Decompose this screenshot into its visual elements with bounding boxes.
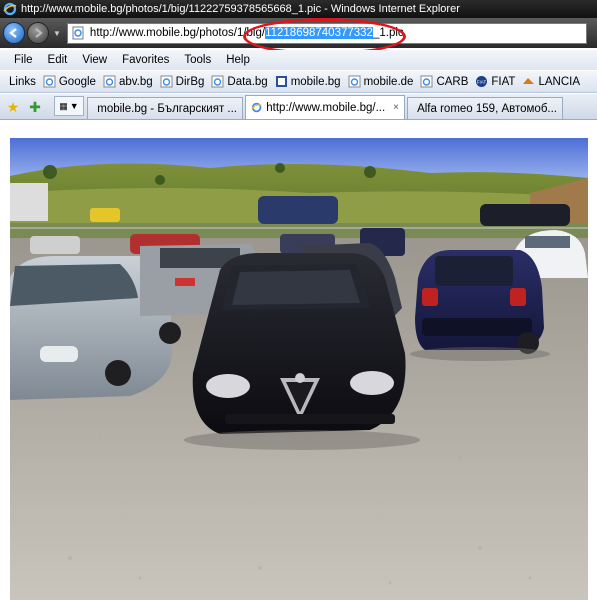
- link-label: CARB: [436, 75, 469, 88]
- link-label: mobile.de: [363, 75, 414, 88]
- link-carb[interactable]: CARB: [420, 75, 468, 88]
- tab-list-dropdown-icon[interactable]: ▼: [70, 101, 79, 111]
- ie-page-icon: [43, 75, 56, 88]
- tab-alfa-romeo[interactable]: Alfa romeo 159, Автомоб...: [407, 97, 563, 119]
- link-label: mobile.bg: [290, 75, 341, 88]
- svg-text:FIAT: FIAT: [477, 80, 487, 85]
- links-label: Links: [9, 75, 36, 88]
- arrow-left-icon: [9, 28, 17, 38]
- navigation-bar: ▼ http://www.mobile.bg/photos/1/big/1121…: [0, 18, 597, 55]
- link-label: abv.bg: [118, 75, 153, 88]
- menu-view[interactable]: View: [82, 54, 107, 66]
- tab-bar: ★ ✚ ▦ ▼ mobile.bg - Българският ... http…: [0, 94, 597, 120]
- favorites-star-icon[interactable]: ★: [4, 98, 22, 116]
- ie-page-icon: [103, 75, 116, 88]
- title-bar: http://www.mobile.bg/photos/1/big/112227…: [0, 0, 597, 18]
- menu-tools[interactable]: Tools: [184, 54, 211, 66]
- ie-page-icon: [160, 75, 173, 88]
- link-label: DirBg: [175, 75, 205, 88]
- add-favorites-icon[interactable]: ✚: [26, 98, 44, 116]
- link-mobilede[interactable]: mobile.de: [348, 75, 414, 88]
- mobile-bg-icon: [275, 76, 287, 87]
- link-dirbg[interactable]: DirBg: [160, 75, 205, 88]
- link-label: Google: [58, 75, 96, 88]
- page-icon: [72, 26, 84, 40]
- link-fiat[interactable]: FIAT FIAT: [475, 75, 515, 88]
- menu-bar: File Edit View Favorites Tools Help: [0, 50, 597, 70]
- tab-mobilebg[interactable]: mobile.bg - Българският ...: [87, 97, 243, 119]
- ie-logo-icon: [3, 2, 17, 16]
- link-mobilebg[interactable]: mobile.bg: [275, 75, 341, 88]
- link-lancia[interactable]: LANCIA: [522, 75, 580, 88]
- forward-button[interactable]: [27, 22, 49, 44]
- tab-photo[interactable]: http://www.mobile.bg/... ×: [245, 95, 405, 119]
- recent-pages-dropdown-icon[interactable]: ▼: [53, 29, 61, 38]
- link-label: LANCIA: [538, 75, 580, 88]
- link-databg[interactable]: Data.bg: [211, 75, 268, 88]
- car-photo-illustration: [10, 138, 588, 600]
- link-label: Data.bg: [227, 75, 268, 88]
- menu-favorites[interactable]: Favorites: [122, 54, 169, 66]
- link-label: FIAT: [491, 75, 516, 88]
- lancia-logo-icon: [523, 78, 535, 84]
- tab-label: Alfa romeo 159, Автомоб...: [417, 102, 557, 115]
- url-prefix: http://www.mobile.bg/photos/1/big/: [89, 27, 266, 39]
- quick-tabs-button[interactable]: ▦ ▼: [54, 96, 84, 116]
- ie-page-icon: [348, 75, 361, 88]
- menu-help[interactable]: Help: [226, 54, 250, 66]
- fiat-logo-icon: FIAT: [476, 76, 488, 87]
- quick-tabs-icon: ▦: [59, 100, 68, 111]
- menu-file[interactable]: File: [14, 54, 33, 66]
- close-tab-icon[interactable]: ×: [393, 102, 399, 113]
- back-button[interactable]: [3, 22, 25, 44]
- ie-logo-icon: [251, 102, 262, 113]
- page-content: [0, 121, 597, 605]
- arrow-right-icon: [35, 28, 43, 38]
- car-lot-photo: [10, 138, 588, 600]
- ie-page-icon: [211, 75, 224, 88]
- ie-page-icon: [420, 75, 433, 88]
- link-abv[interactable]: abv.bg: [103, 75, 153, 88]
- tab-label: http://www.mobile.bg/...: [266, 101, 386, 114]
- links-bar: Links Google abv.bg DirBg Data.bg mobile…: [0, 71, 597, 93]
- tab-label: mobile.bg - Българският ...: [97, 102, 237, 115]
- menu-edit[interactable]: Edit: [48, 54, 68, 66]
- link-google[interactable]: Google: [43, 75, 96, 88]
- window-title: http://www.mobile.bg/photos/1/big/112227…: [21, 3, 460, 15]
